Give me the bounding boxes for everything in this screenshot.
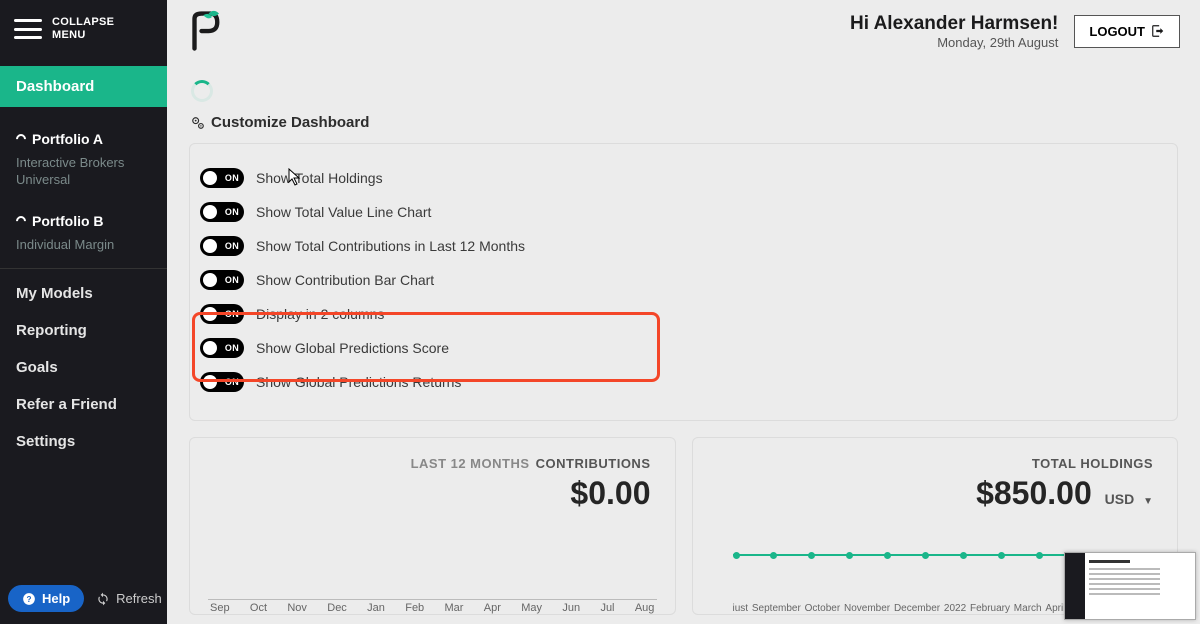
topbar: Hi Alexander Harmsen! Monday, 29th Augus… [167,0,1200,62]
contributions-title: CONTRIBUTIONS [536,456,651,471]
collapse-menu-label: COLLAPSEMENU [52,16,114,42]
refresh-button[interactable]: Refresh [92,585,166,612]
currency-label: USD [1105,491,1135,507]
date: Monday, 29th August [850,35,1058,50]
toggle-label: Show Contribution Bar Chart [256,272,434,288]
content: Customize Dashboard ON Show Total Holdin… [167,62,1200,624]
nav-reporting[interactable]: Reporting [0,312,167,349]
toggle-total-contributions[interactable]: ON [200,236,244,256]
toggle-value-line-chart[interactable]: ON [200,202,244,222]
holdings-value[interactable]: $850.00 USD ▼ [717,475,1154,512]
toggle-contribution-bar-chart[interactable]: ON [200,270,244,290]
nav-goals[interactable]: Goals [0,349,167,386]
toggle-label: Show Global Predictions Score [256,340,449,356]
portfolio-icon [14,214,28,228]
toggle-total-holdings[interactable]: ON [200,168,244,188]
toggle-label: Show Total Contributions in Last 12 Mont… [256,238,525,254]
greeting: Hi Alexander Harmsen! [850,13,1058,35]
portfolio-b-label: Portfolio B [32,213,104,229]
sidebar: COLLAPSEMENU Dashboard Portfolio A Inter… [0,0,167,624]
toggle-gp-returns[interactable]: ON [200,372,244,392]
greeting-block: Hi Alexander Harmsen! Monday, 29th Augus… [850,13,1058,50]
nav-dashboard[interactable]: Dashboard [0,66,167,107]
gears-icon [191,116,205,130]
logout-icon [1151,24,1165,38]
toggle-two-columns[interactable]: ON [200,304,244,324]
toggle-label: Show Total Holdings [256,170,383,186]
main: Hi Alexander Harmsen! Monday, 29th Augus… [167,0,1200,624]
portfolio-a-sub[interactable]: Interactive Brokers Universal [0,151,167,197]
toggle-label: Show Global Predictions Returns [256,374,461,390]
collapse-menu-button[interactable]: COLLAPSEMENU [0,0,167,58]
help-button[interactable]: ? Help [8,585,84,612]
portfolio-b-sub[interactable]: Individual Margin [0,233,167,262]
toggle-label: Display in 2 columns [256,306,384,322]
holdings-title: TOTAL HOLDINGS [1032,456,1153,471]
customize-panel: ON Show Total Holdings ON Show Total Val… [189,143,1178,421]
hamburger-icon [14,19,42,39]
toggle-label: Show Total Value Line Chart [256,204,431,220]
help-icon: ? [22,592,36,606]
contributions-widget: LAST 12 MONTHS CONTRIBUTIONS $0.00 SepOc… [189,437,676,615]
refresh-label: Refresh [116,591,162,606]
logout-label: LOGOUT [1089,24,1145,39]
loading-spinner-icon [191,80,213,102]
portfolio-a-label: Portfolio A [32,131,103,147]
logout-button[interactable]: LOGOUT [1074,15,1180,48]
contributions-prefix: LAST 12 MONTHS [411,456,530,471]
video-thumbnail[interactable] [1064,552,1196,620]
nav-settings[interactable]: Settings [0,423,167,460]
svg-text:?: ? [27,594,32,603]
nav-portfolio-b[interactable]: Portfolio B [0,203,167,233]
help-label: Help [42,591,70,606]
nav-refer-a-friend[interactable]: Refer a Friend [0,386,167,423]
refresh-icon [96,592,110,606]
customize-title: Customize Dashboard [211,114,369,131]
toggle-gp-score[interactable]: ON [200,338,244,358]
contributions-value: $0.00 [214,475,651,512]
portfolio-icon [14,132,28,146]
customize-dashboard-header[interactable]: Customize Dashboard [191,114,1178,131]
caret-down-icon: ▼ [1143,496,1153,507]
nav-portfolio-a[interactable]: Portfolio A [0,121,167,151]
contributions-months: SepOctNovDecJanFebMarAprMayJunJulAug [210,602,655,614]
nav-my-models[interactable]: My Models [0,275,167,312]
logo [187,10,223,52]
